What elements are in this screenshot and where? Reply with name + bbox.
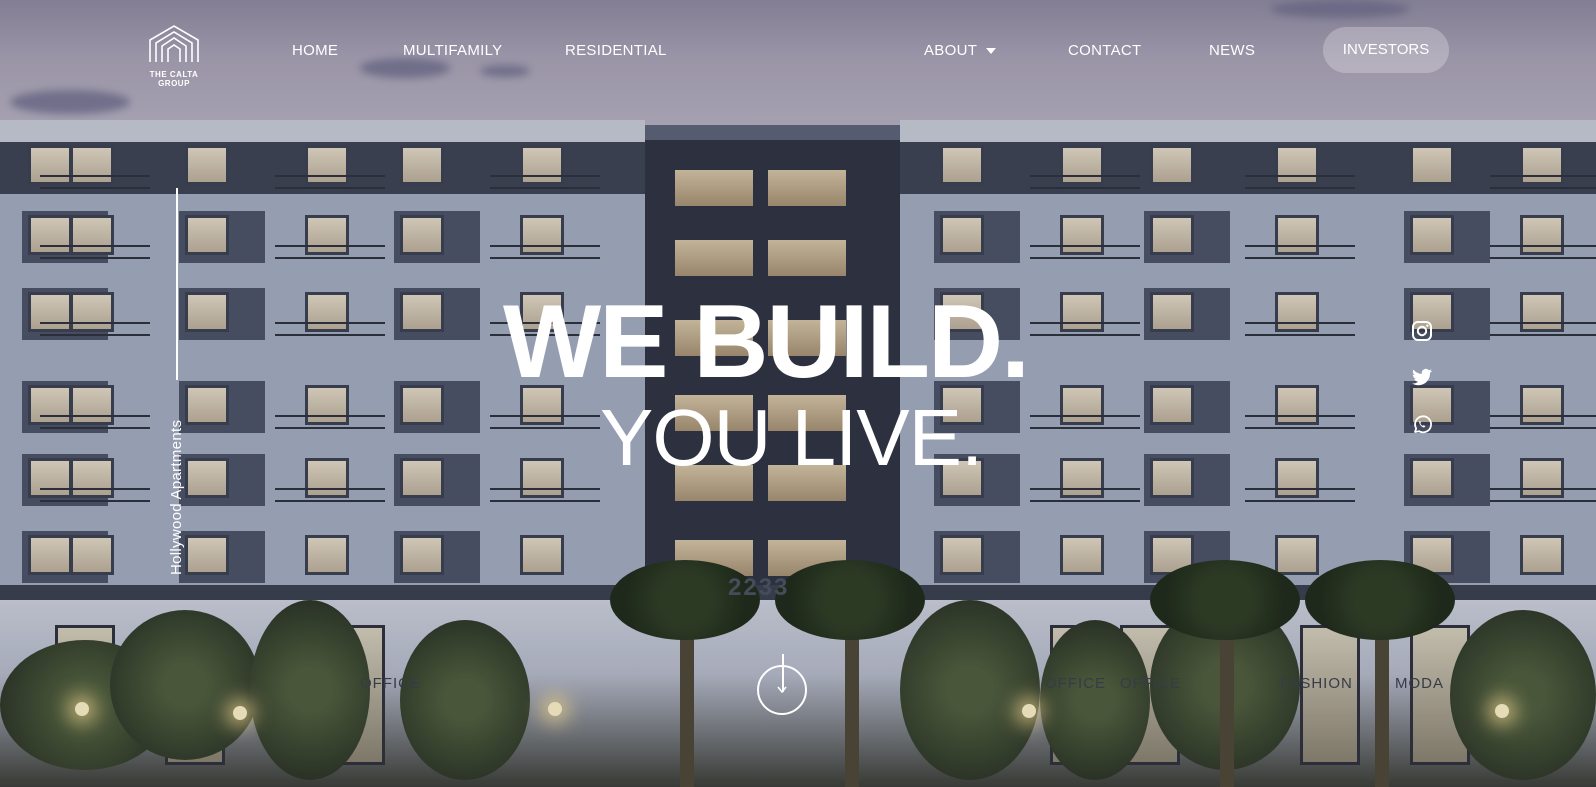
vertical-divider	[176, 188, 178, 380]
nav-news[interactable]: NEWS	[1209, 42, 1255, 59]
nav-home[interactable]: HOME	[292, 42, 338, 59]
instagram-icon[interactable]	[1410, 319, 1434, 343]
nav-about[interactable]: ABOUT	[924, 42, 997, 59]
nav-multifamily[interactable]: MULTIFAMILY	[403, 42, 502, 59]
investors-button[interactable]: INVESTORS	[1323, 27, 1449, 73]
nav-about-label: ABOUT	[924, 42, 978, 59]
twitter-icon[interactable]	[1410, 365, 1434, 389]
chevron-down-icon	[986, 48, 997, 55]
scroll-down-button[interactable]	[757, 665, 807, 715]
hero-section: 2233 OFFICE OFFICE OFFICE FASHION MODA T…	[0, 0, 1596, 787]
hero-headline: WE BUILD.	[503, 284, 1030, 400]
logo-text: THE CALTA GROUP	[149, 70, 199, 88]
logo-mark-icon	[149, 25, 199, 62]
whatsapp-icon[interactable]	[1410, 413, 1434, 437]
top-navigation: THE CALTA GROUP HOME MULTIFAMILY RESIDEN…	[0, 0, 1596, 100]
logo[interactable]: THE CALTA GROUP	[134, 20, 214, 88]
hero-subheadline: YOU LIVE.	[600, 393, 983, 482]
arrow-down-icon	[777, 686, 787, 694]
nav-contact[interactable]: CONTACT	[1068, 42, 1141, 59]
property-label: Hollywood Apartments	[168, 419, 185, 575]
nav-residential[interactable]: RESIDENTIAL	[565, 42, 667, 59]
